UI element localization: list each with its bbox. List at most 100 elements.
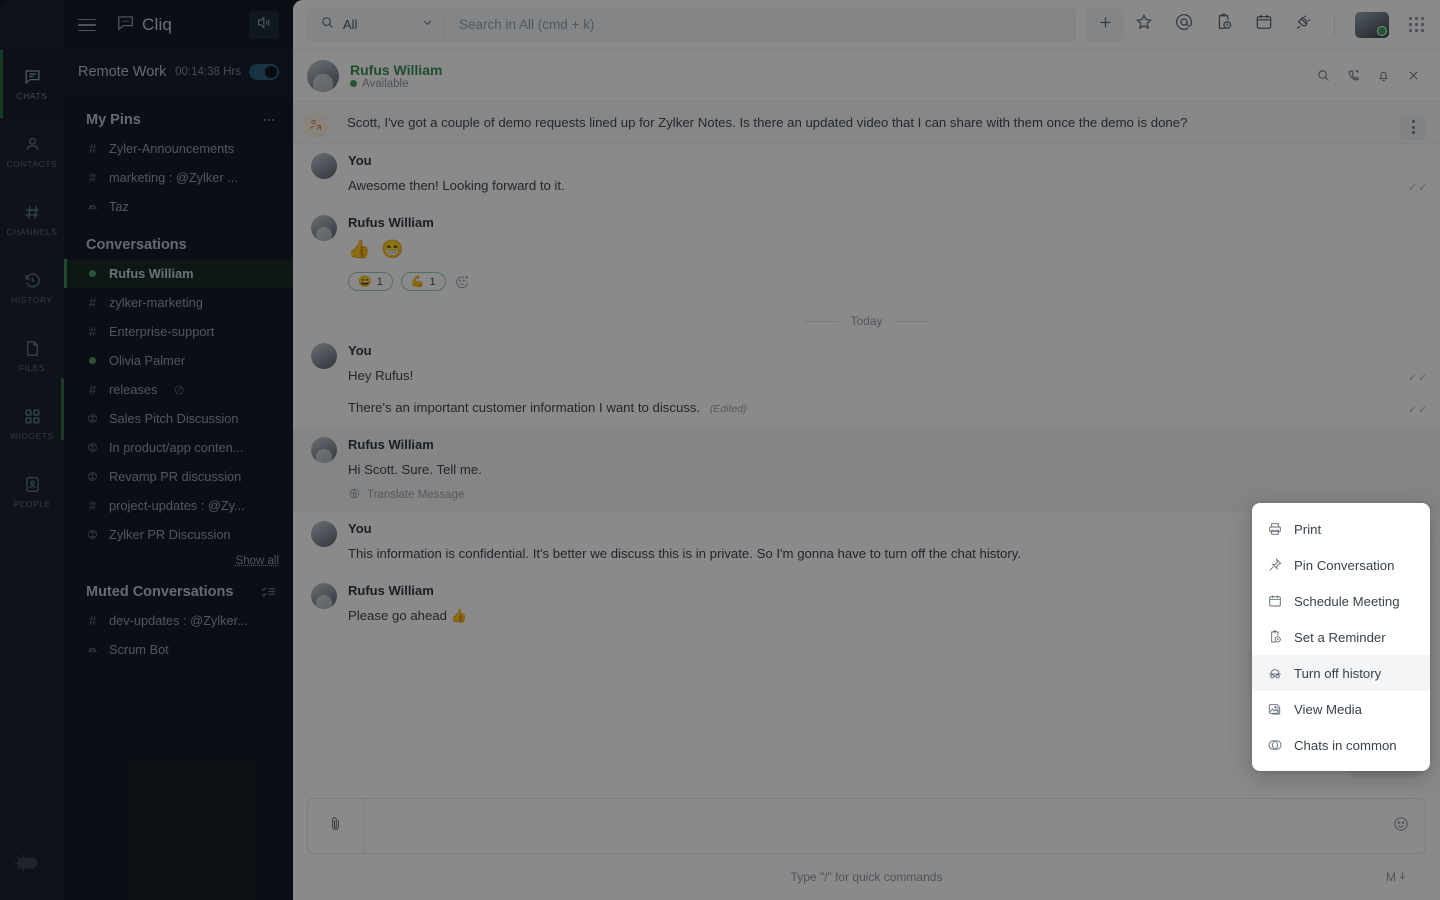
sun-moon-theme-toggle-icon xyxy=(14,853,48,878)
overlap-circles-icon xyxy=(1266,737,1283,753)
message-avatar[interactable] xyxy=(311,437,337,464)
pin-item-taz[interactable]: Taz xyxy=(64,192,293,221)
search-in-chat-icon[interactable] xyxy=(1310,63,1336,89)
star-favorites-icon[interactable] xyxy=(1134,12,1154,37)
chat-avatar[interactable] xyxy=(307,59,339,92)
conversation-label: Zylker PR Discussion xyxy=(109,527,231,542)
conversation-item-revamp-pr-discussion[interactable]: Revamp PR discussion xyxy=(64,462,293,491)
close-icon[interactable] xyxy=(1400,63,1426,89)
avatar[interactable] xyxy=(1355,11,1389,38)
muted-item-scrum-bot[interactable]: Scrum Bot xyxy=(64,635,293,664)
message-text: Hey Rufus! xyxy=(348,368,414,384)
conversation-label: zylker-marketing xyxy=(109,295,203,310)
context-menu-item-pin-conversation[interactable]: Pin Conversation xyxy=(1252,547,1430,583)
rail-label-chats: CHATS xyxy=(16,91,48,101)
context-menu-item-chats-in-common[interactable]: Chats in common xyxy=(1252,727,1430,763)
mark-read-list-icon[interactable] xyxy=(260,583,277,600)
message-avatar[interactable] xyxy=(311,153,337,179)
context-menu-item-set-a-reminder[interactable]: Set a Reminder xyxy=(1252,619,1430,655)
chevron-down-icon xyxy=(421,16,434,34)
at-mentions-icon[interactable] xyxy=(1174,12,1194,37)
emoji-picker-button[interactable] xyxy=(1377,799,1425,853)
rail-item-history[interactable]: HISTORY xyxy=(0,254,64,322)
conversation-item-enterprise-support[interactable]: # Enterprise-support xyxy=(64,317,293,346)
rail-label-people: PEOPLE xyxy=(13,499,51,509)
attach-file-button[interactable] xyxy=(308,799,364,853)
context-menu-item-turn-off-history[interactable]: Turn off history xyxy=(1252,655,1430,691)
call-icon[interactable] xyxy=(1340,63,1366,89)
rail-item-chats[interactable]: CHATS xyxy=(0,50,64,118)
translate-message-button[interactable]: Translate Message xyxy=(348,487,1418,503)
message-avatar[interactable] xyxy=(311,343,337,370)
search-input[interactable] xyxy=(445,8,1075,41)
conversation-item-zylker-pr-discussion[interactable]: Zylker PR Discussion xyxy=(64,520,293,549)
pin-item-zyler-announcements[interactable]: # Zyler-Announcements xyxy=(64,134,293,163)
conversation-item-in-product-app-content[interactable]: In product/app conten... xyxy=(64,433,293,462)
conversation-item-rufus-william[interactable]: Rufus William xyxy=(64,259,293,288)
conversation-label: Enterprise-support xyxy=(109,324,215,339)
plug-integrations-icon[interactable] xyxy=(1294,12,1314,37)
conversation-item-sales-pitch-discussion[interactable]: Sales Pitch Discussion xyxy=(64,404,293,433)
conversation-label: Sales Pitch Discussion xyxy=(109,411,239,426)
search-icon xyxy=(320,15,335,35)
message-avatar[interactable] xyxy=(311,521,337,548)
pin-item-marketing[interactable]: # marketing : @Zylker ... xyxy=(64,163,293,192)
rail-item-contacts[interactable]: CONTACTS xyxy=(0,118,64,186)
notification-bell-icon[interactable] xyxy=(1370,63,1396,89)
calendar-icon[interactable] xyxy=(1254,12,1274,37)
search-scope-label: All xyxy=(343,17,358,32)
message-avatar[interactable] xyxy=(311,215,337,242)
more-vertical-icon[interactable] xyxy=(1400,114,1426,140)
chat-presence: Available xyxy=(350,78,442,90)
hamburger-menu-icon[interactable] xyxy=(78,18,96,32)
context-menu-item-view-media[interactable]: View Media xyxy=(1252,691,1430,727)
add-reaction-icon[interactable] xyxy=(454,274,470,290)
conversation-item-zylker-marketing[interactable]: # zylker-marketing xyxy=(64,288,293,317)
context-menu-item-schedule-meeting[interactable]: Schedule Meeting xyxy=(1252,583,1430,619)
reaction-emoji: 💪 xyxy=(410,276,425,289)
more-horizontal-icon[interactable] xyxy=(261,112,277,128)
rail-item-channels[interactable]: CHANNELS xyxy=(0,186,64,254)
conversation-item-releases[interactable]: # releases xyxy=(64,375,293,404)
message-avatar[interactable] xyxy=(311,583,337,610)
rail-item-files[interactable]: FILES xyxy=(0,322,64,390)
incognito-hat-icon xyxy=(1266,665,1283,681)
search-scope-selector[interactable]: All xyxy=(308,13,445,36)
context-menu-label: Schedule Meeting xyxy=(1294,593,1400,609)
status-row[interactable]: Remote Work 00:14:38 Hrs xyxy=(64,50,293,94)
muted-item-dev-updates[interactable]: # dev-updates : @Zylker... xyxy=(64,606,293,635)
rail-item-people[interactable]: PEOPLE xyxy=(0,458,64,526)
chat-title[interactable]: Rufus William xyxy=(350,62,442,78)
rail-item-widgets[interactable]: WIDGETS xyxy=(0,390,64,458)
bot-icon xyxy=(86,643,99,656)
theme-toggle-button[interactable] xyxy=(14,854,50,874)
show-all-conversations-link[interactable]: Show all xyxy=(64,549,293,569)
hash-icon: # xyxy=(88,170,97,185)
hash-icon: # xyxy=(88,295,97,310)
new-chat-button[interactable] xyxy=(1086,7,1124,42)
speaker-volume-icon xyxy=(256,14,273,36)
rail-label-history: HISTORY xyxy=(11,295,53,305)
document-icon xyxy=(23,339,42,358)
section-title-conversations: Conversations xyxy=(86,237,187,253)
clipboard-clock-icon[interactable] xyxy=(1214,12,1234,37)
context-menu-item-print[interactable]: Print xyxy=(1252,511,1430,547)
hash-icon: # xyxy=(88,324,97,339)
sidebar: Cliq Remote Work 00:14:38 Hrs My Pins # … xyxy=(64,0,293,900)
sound-button[interactable] xyxy=(249,11,279,39)
reaction-emoji: 😀 xyxy=(358,276,372,289)
markdown-toggle-button[interactable]: M xyxy=(1386,870,1408,884)
app-grid-icon[interactable] xyxy=(1409,17,1424,32)
conversation-item-olivia-palmer[interactable]: Olivia Palmer xyxy=(64,346,293,375)
message-text-line2: There's an important customer informatio… xyxy=(348,396,1418,419)
reaction-count: 1 xyxy=(376,275,383,288)
conversation-label: Rufus William xyxy=(109,266,194,281)
reaction-chip[interactable]: 💪 1 xyxy=(400,272,446,292)
context-menu-label: Chats in common xyxy=(1294,737,1397,753)
message-input[interactable] xyxy=(364,799,1377,853)
status-toggle[interactable] xyxy=(249,64,279,80)
calendar-icon xyxy=(1266,593,1283,609)
conversation-item-project-updates[interactable]: # project-updates : @Zy... xyxy=(64,491,293,520)
reaction-chip[interactable]: 😀 1 xyxy=(348,272,393,292)
muted-label: Scrum Bot xyxy=(109,642,169,657)
